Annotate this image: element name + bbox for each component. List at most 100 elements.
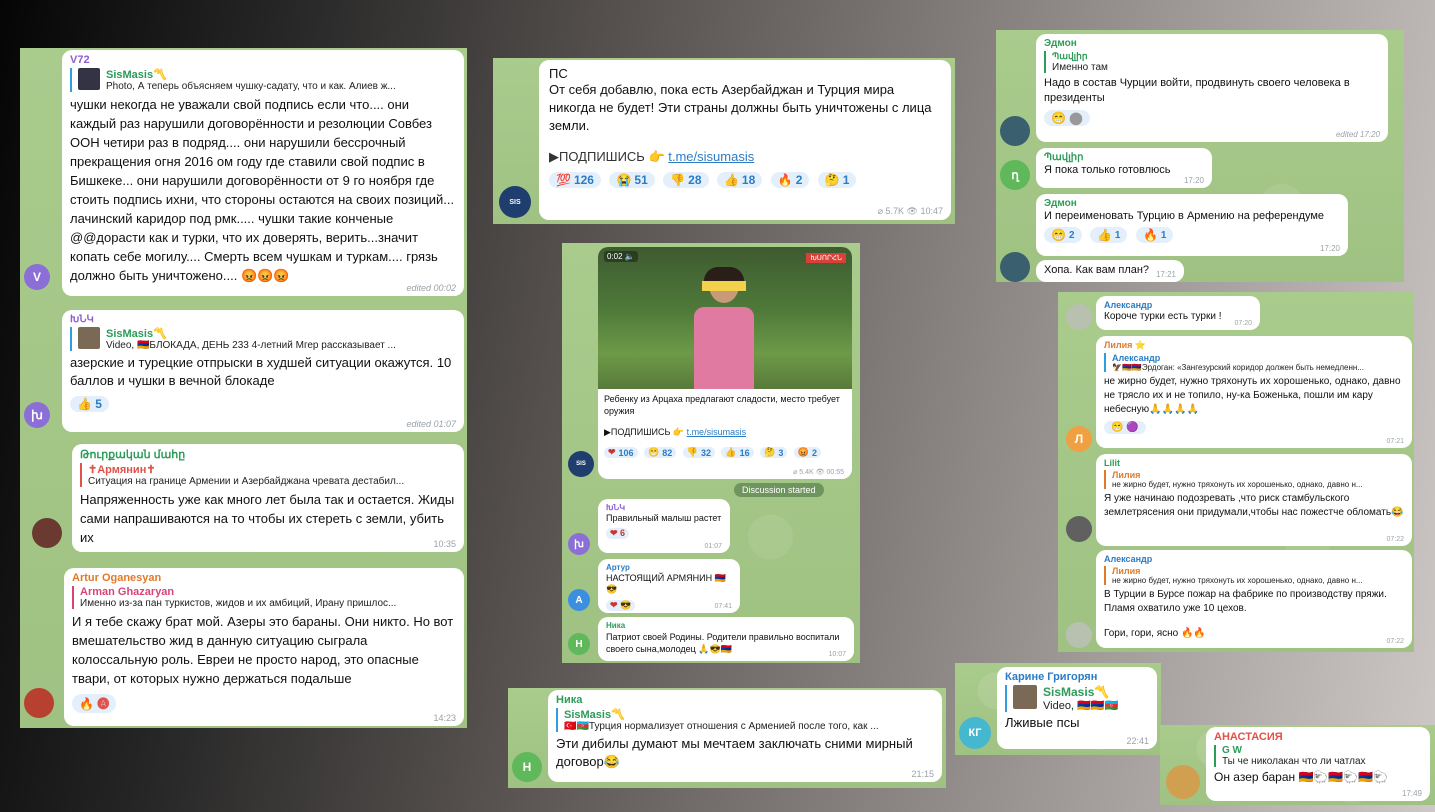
reaction-chip[interactable]: 😁 ⬤	[1044, 110, 1090, 126]
reaction-chip[interactable]: 😁 2	[1044, 227, 1082, 243]
reply-quote[interactable]: Arman Ghazaryan Именно из-за пан туркист…	[72, 586, 456, 609]
avatar[interactable]	[1066, 516, 1092, 542]
sender-name[interactable]: ԽՆԿ	[606, 503, 722, 512]
reaction-chip[interactable]: 👍 16	[721, 447, 754, 458]
comment-bubble[interactable]: ԽՆԿ Правильный малыш растет ❤ 6 01:07	[598, 499, 730, 553]
reaction-chip[interactable]: 😁 🟣	[1104, 421, 1146, 434]
avatar[interactable]: H	[512, 752, 542, 782]
message-bubble[interactable]: Лилия ⭐ Александр 🦅🇦🇲🇦🇲Эрдоган: «Зангезу…	[1096, 336, 1412, 448]
message-bubble[interactable]: Artur Oganesyan Arman Ghazaryan Именно и…	[64, 568, 464, 726]
message-bubble[interactable]: АНАСТАСИЯ G W Ты че николакан что ли чат…	[1206, 727, 1430, 801]
avatar[interactable]: V	[24, 264, 50, 290]
message-bubble[interactable]: Эдмон И переименовать Турцию в Армению н…	[1036, 194, 1348, 256]
sender-name[interactable]: Карине Григорян	[1005, 671, 1149, 683]
subscribe-label: ▶ПОДПИШИСЬ 👉	[549, 149, 669, 164]
message-bubble[interactable]: Lilit Лилия не жирно будет, нужно тряхон…	[1096, 454, 1412, 546]
avatar[interactable]	[1066, 304, 1092, 330]
reaction-chip[interactable]: 💯 126	[549, 172, 601, 188]
avatar[interactable]: խ	[568, 533, 590, 555]
avatar[interactable]	[1166, 765, 1200, 799]
channel-avatar[interactable]: SIS	[568, 451, 594, 477]
sender-name[interactable]: Александр	[1104, 300, 1252, 310]
reaction-chip[interactable]: ❤ 😎	[606, 600, 636, 611]
sender-name[interactable]: Александр	[1104, 554, 1404, 564]
quote-name: Лилия	[1112, 566, 1141, 576]
message-bubble[interactable]: Карине Григорян SisMasis〽️ Video, 🇦🇲🇦🇲🇦🇿…	[997, 667, 1157, 749]
reply-quote[interactable]: G W Ты че николакан что ли чатлах	[1214, 745, 1422, 767]
channel-avatar[interactable]: SIS	[499, 186, 531, 218]
sender-name[interactable]: Эдмон	[1044, 38, 1380, 49]
reaction-chip[interactable]: 👍 1	[1089, 227, 1128, 243]
reaction-chip[interactable]: 🔥 2	[770, 172, 810, 188]
reaction-chip[interactable]: 🤔 3	[760, 447, 788, 458]
video-post[interactable]: 0:02 🔈 ԽՍՈՐՀՆ Ребенку из Арцаха предлага…	[598, 247, 852, 479]
avatar[interactable]: A	[568, 589, 590, 611]
avatar[interactable]	[24, 688, 54, 718]
reaction-chip[interactable]: 👍 18	[716, 172, 763, 188]
channel-title: SisMasis〽️	[564, 709, 625, 721]
message-bubble[interactable]: V72 SisMasis〽️ Photo, А теперь объясняем…	[62, 50, 464, 296]
sender-name[interactable]: Артур	[606, 563, 732, 572]
forwarded-channel-preview[interactable]: SisMasis〽️ 🇹🇷🇦🇿Турция нормализует отноше…	[556, 708, 934, 732]
avatar[interactable]: ղ	[1000, 160, 1030, 190]
sender-name[interactable]: ԽՆԿ	[70, 314, 456, 325]
reply-quote[interactable]: ✝Армянин✝ Ситуация на границе Армении и …	[80, 463, 456, 487]
message-bubble[interactable]: Эдмон Պավլիր Именно там Надо в состав Чу…	[1036, 34, 1388, 142]
channel-post[interactable]: ПС От себя добавлю, пока есть Азербайджа…	[539, 60, 951, 220]
message-bubble[interactable]: Александр Короче турки есть турки ! 07:2…	[1096, 296, 1260, 330]
reaction-chip[interactable]: 👎 28	[663, 172, 709, 188]
video-thumbnail[interactable]: 0:02 🔈 ԽՍՈՐՀՆ	[598, 247, 852, 389]
reply-quote[interactable]: Лилия не жирно будет, нужно тряхонуть их…	[1104, 566, 1404, 585]
comment-bubble[interactable]: Ника Патриот своей Родины. Родители прав…	[598, 617, 854, 661]
avatar[interactable]: խ	[24, 402, 50, 428]
reaction-chip[interactable]: 🔥 🅐	[72, 694, 117, 713]
avatar[interactable]: H	[568, 633, 590, 655]
reaction-chip[interactable]: ❤ 106	[604, 447, 638, 458]
comment-bubble[interactable]: Артур НАСТОЯЩИЙ АРМЯНИН 🇦🇲😎 ❤ 😎 07:41	[598, 559, 740, 613]
message-time: 21:15	[911, 769, 934, 779]
message-text: Напряженность уже как много лет была так…	[80, 492, 458, 545]
reaction-chip[interactable]: 👍 5	[70, 396, 109, 412]
sender-name[interactable]: Թուրքական մահը	[80, 448, 456, 461]
avatar[interactable]	[32, 518, 62, 548]
channel-title: SisMasis〽️	[1043, 685, 1110, 699]
forwarded-channel-preview[interactable]: SisMasis〽️ Photo, А теперь объясняем чуш…	[70, 68, 456, 92]
message-bubble[interactable]: Хопа. Как вам план? 17:21	[1036, 260, 1184, 282]
avatar[interactable]	[1000, 116, 1030, 146]
avatar[interactable]	[1066, 622, 1092, 648]
channel-link[interactable]: t.me/sisumasis	[687, 427, 747, 437]
message-bubble[interactable]: Ника SisMasis〽️ 🇹🇷🇦🇿Турция нормализует о…	[548, 690, 942, 782]
sender-name[interactable]: Ника	[556, 694, 934, 706]
message-text: В Турции в Бурсе пожар на фабрике по про…	[1104, 589, 1390, 614]
channel-link[interactable]: t.me/sisumasis	[668, 149, 754, 164]
sender-name[interactable]: Эдмон	[1044, 198, 1340, 209]
avatar[interactable]: КГ	[959, 717, 991, 749]
reaction-chip[interactable]: 👎 32	[682, 447, 715, 458]
comment-text: Правильный малыш растет	[606, 513, 722, 523]
sender-name[interactable]: Artur Oganesyan	[72, 572, 456, 584]
reaction-chip[interactable]: 🤔 1	[817, 172, 857, 188]
reply-quote[interactable]: Лилия не жирно будет, нужно тряхонуть их…	[1104, 470, 1404, 489]
sender-name[interactable]: АНАСТАСИЯ	[1214, 731, 1422, 743]
sender-name[interactable]: V72	[70, 54, 456, 66]
forwarded-channel-preview[interactable]: SisMasis〽️ Video, 🇦🇲БЛОКАДА, ДЕНЬ 233 4-…	[70, 327, 456, 351]
reaction-chip[interactable]: 🔥 1	[1135, 227, 1174, 243]
comment-time: 01:07	[704, 543, 722, 550]
avatar[interactable]	[1000, 252, 1030, 282]
reply-quote[interactable]: Александр 🦅🇦🇲🇦🇲Эрдоган: «Зангезурский ко…	[1104, 353, 1404, 372]
message-bubble[interactable]: Թուրքական մահը ✝Армянин✝ Ситуация на гра…	[72, 444, 464, 552]
sender-name[interactable]: Պավլիր	[1044, 152, 1204, 163]
reaction-chip[interactable]: ❤ 6	[606, 528, 630, 539]
sender-name[interactable]: Лилия ⭐	[1104, 340, 1404, 351]
reaction-chip[interactable]: 😁 82	[644, 447, 677, 458]
reaction-chip[interactable]: 😡 2	[793, 447, 822, 458]
sender-name[interactable]: Lilit	[1104, 458, 1404, 468]
avatar[interactable]: Л	[1066, 426, 1092, 452]
reply-quote[interactable]: Պավլիր Именно там	[1044, 51, 1380, 73]
sender-name[interactable]: Ника	[606, 621, 846, 630]
message-bubble[interactable]: Պավլիր Я пока только готовлюсь 17:20	[1036, 148, 1212, 188]
reaction-chip[interactable]: 😭 51	[609, 172, 655, 188]
message-bubble[interactable]: Александр Лилия не жирно будет, нужно тр…	[1096, 550, 1412, 648]
message-bubble[interactable]: ԽՆԿ SisMasis〽️ Video, 🇦🇲БЛОКАДА, ДЕНЬ 23…	[62, 310, 464, 432]
forwarded-channel-preview[interactable]: SisMasis〽️ Video, 🇦🇲🇦🇲🇦🇿	[1005, 685, 1149, 712]
